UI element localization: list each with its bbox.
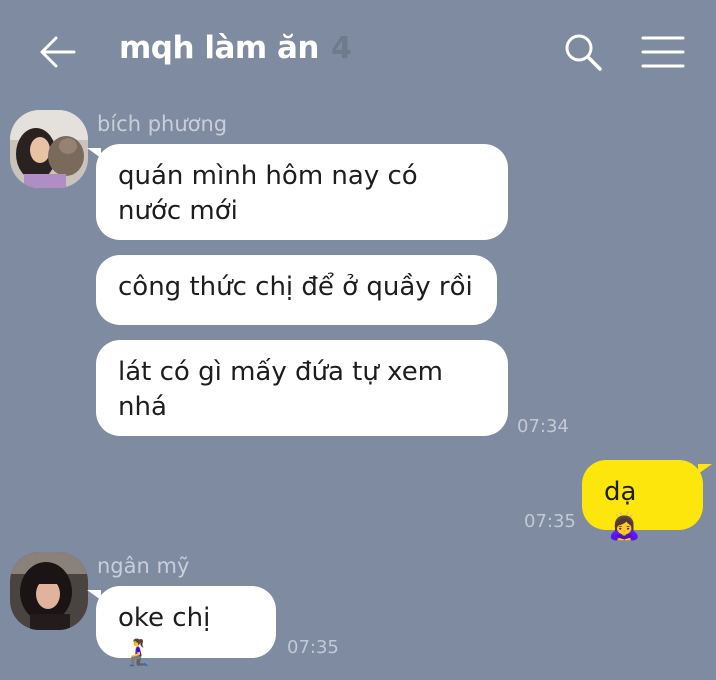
avatar[interactable]: [10, 552, 88, 630]
chat-header: mqh làm ăn 4: [0, 0, 716, 100]
hamburger-menu-icon[interactable]: [641, 34, 685, 70]
message-text: công thức chị để ở quầy rồi: [118, 272, 473, 302]
message-text: lát có gì mấy đứa tự xem nhá: [118, 357, 444, 422]
message-text: dạ: [604, 477, 637, 507]
my-message-bubble[interactable]: dạ 🙇‍♀️: [582, 460, 712, 542]
message-bubble[interactable]: quán mình hôm nay có nước mới: [87, 144, 508, 240]
message-text: quán mình hôm nay có nước mới: [118, 161, 418, 226]
kneeling-woman-emoji: 🧎‍♀️: [122, 638, 155, 668]
avatar[interactable]: [10, 110, 88, 188]
message-time: 07:35: [287, 637, 339, 658]
sender-name: bích phương: [97, 112, 228, 136]
bowing-woman-emoji: 🙇‍♀️: [608, 512, 641, 542]
message-time: 07:34: [517, 416, 569, 437]
message-bubble[interactable]: lát có gì mấy đứa tự xem nhá: [96, 340, 508, 436]
arrow-left-icon[interactable]: [38, 32, 78, 72]
message-text: oke chị: [118, 603, 211, 633]
message-time: 07:35: [524, 511, 576, 532]
message-bubble[interactable]: công thức chị để ở quầy rồi: [96, 255, 497, 325]
message-bubble[interactable]: oke chị 🧎‍♀️: [87, 586, 276, 668]
member-count: 4: [330, 31, 352, 66]
chat-title: mqh làm ăn: [119, 30, 319, 66]
search-icon[interactable]: [563, 32, 603, 72]
sender-name: ngân mỹ: [97, 554, 190, 578]
chat-title-area[interactable]: mqh làm ăn 4: [119, 30, 352, 66]
